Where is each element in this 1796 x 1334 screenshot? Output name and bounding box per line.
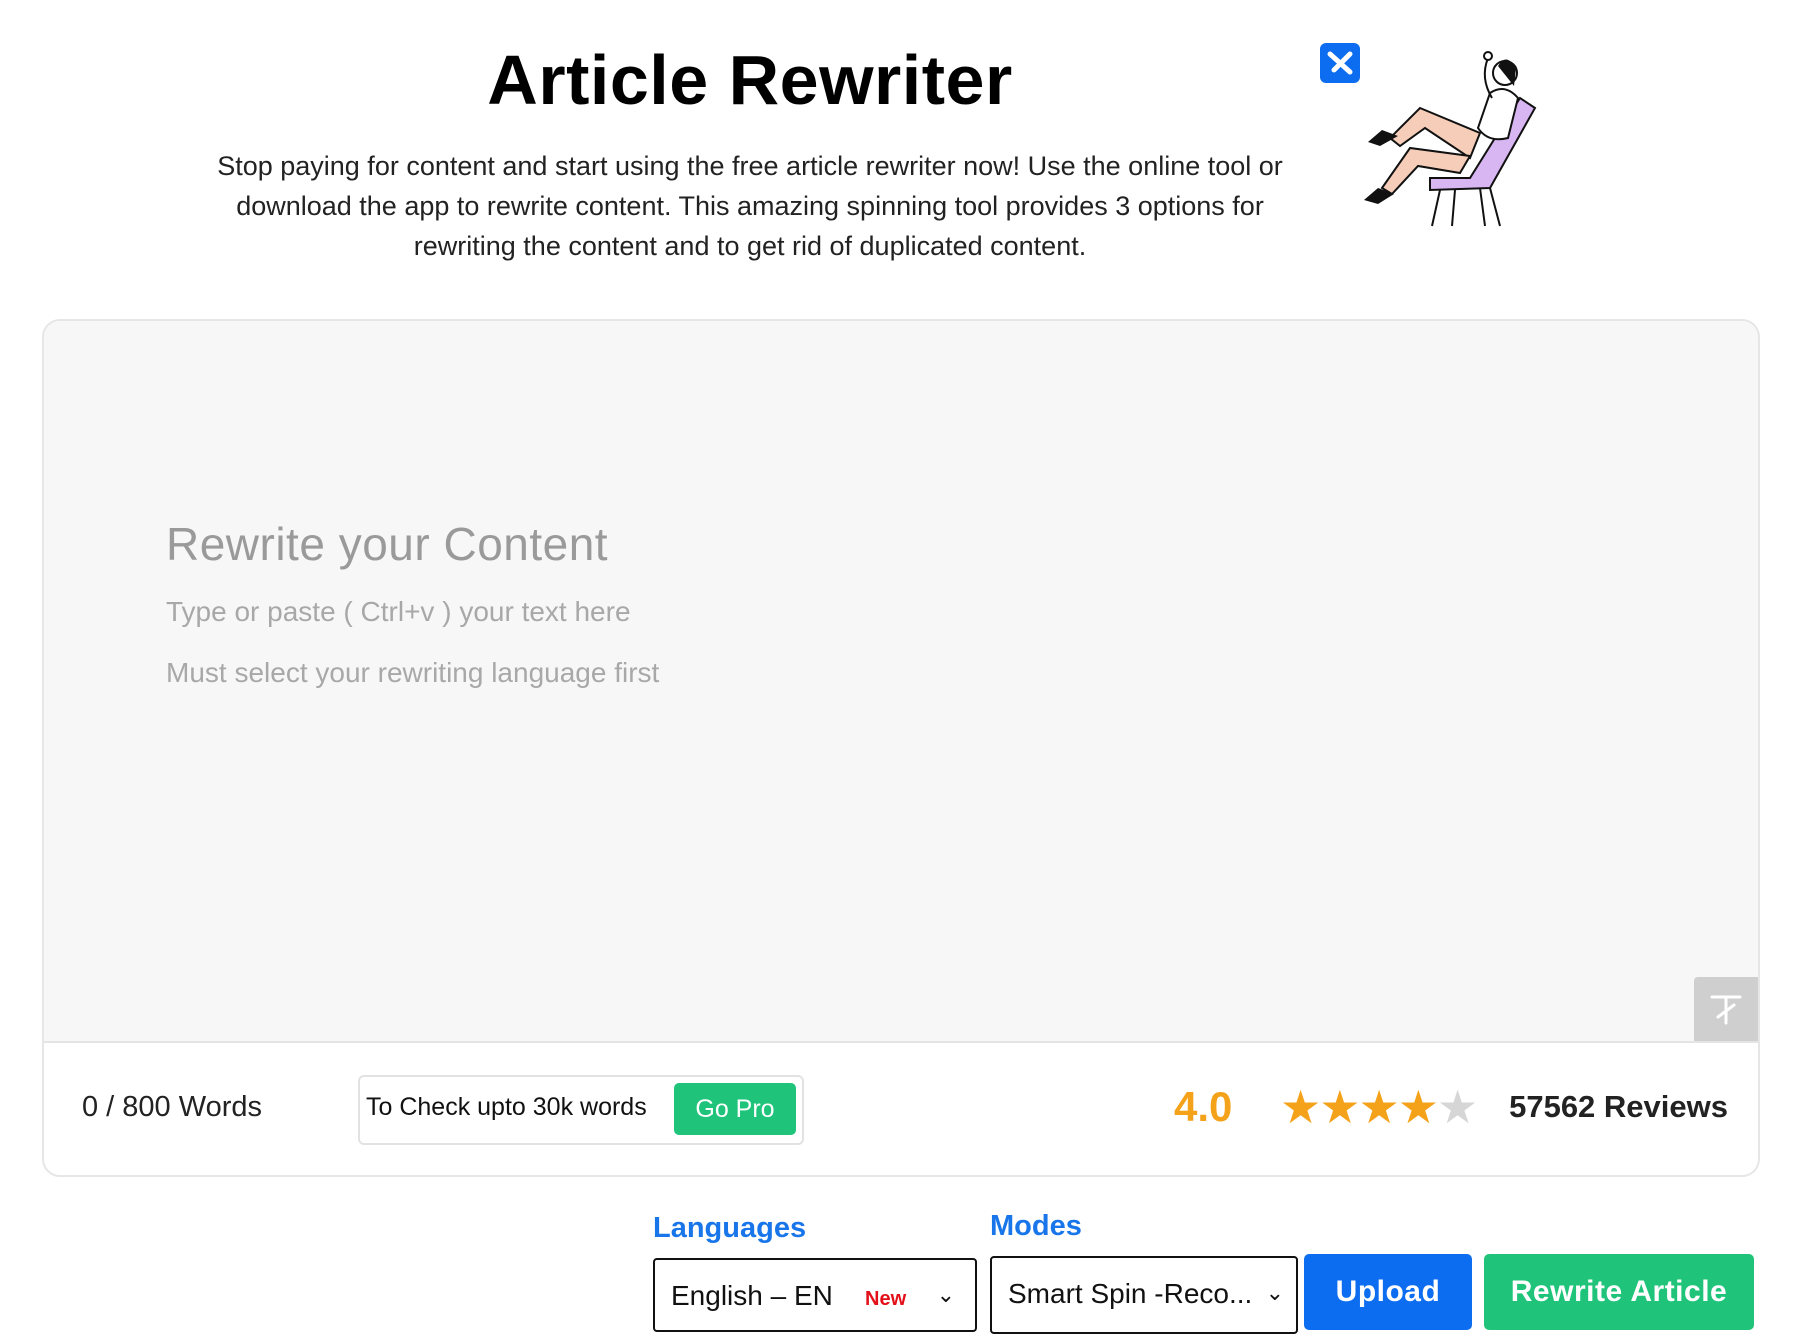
- language-value: English – EN: [671, 1280, 833, 1311]
- text-input-area[interactable]: Rewrite your Content Type or paste ( Ctr…: [44, 321, 1758, 1043]
- go-pro-button[interactable]: Go Pro: [674, 1083, 796, 1135]
- pro-upsell-text: To Check upto 30k words: [366, 1093, 647, 1121]
- chevron-down-icon: ⌄: [936, 1282, 955, 1307]
- rewrite-article-button[interactable]: Rewrite Article: [1484, 1254, 1754, 1330]
- page-title: Article Rewriter: [487, 41, 1013, 119]
- word-count: 0 / 800 Words: [82, 1091, 263, 1123]
- star-icon: ★: [1397, 1081, 1439, 1133]
- mode-select[interactable]: Smart Spin -Reco... ⌄: [990, 1256, 1298, 1334]
- editor-card: Rewrite your Content Type or paste ( Ctr…: [42, 319, 1760, 1177]
- modes-label: Modes: [990, 1210, 1082, 1242]
- language-select[interactable]: English – EN New ⌄: [653, 1258, 977, 1332]
- rating-stars: ★★★★★: [1280, 1081, 1478, 1133]
- star-icon: ★: [1280, 1081, 1321, 1133]
- mode-value: Smart Spin -Reco...: [1008, 1278, 1253, 1309]
- star-icon: ★: [1319, 1081, 1360, 1133]
- languages-label: Languages: [653, 1212, 807, 1244]
- pro-upsell: To Check upto 30k words Go Pro: [358, 1075, 804, 1145]
- review-count: 57562 Reviews: [1509, 1089, 1728, 1124]
- translate-icon[interactable]: [1694, 977, 1758, 1041]
- star-icon: ★: [1358, 1081, 1400, 1133]
- placeholder-title: Rewrite your Content: [166, 518, 609, 570]
- page-description: Stop paying for content and start using …: [217, 151, 1283, 261]
- upload-button[interactable]: Upload: [1304, 1254, 1472, 1330]
- placeholder-hint: Type or paste ( Ctrl+v ) your text here: [166, 596, 631, 627]
- person-in-chair-illustration: [1320, 43, 1537, 227]
- star-icon: ★: [1437, 1081, 1478, 1133]
- rating-score: 4.0: [1174, 1083, 1233, 1130]
- placeholder-language-hint: Must select your rewriting language firs…: [166, 657, 660, 688]
- new-badge: New: [865, 1288, 907, 1310]
- chevron-down-icon: ⌄: [1265, 1280, 1284, 1305]
